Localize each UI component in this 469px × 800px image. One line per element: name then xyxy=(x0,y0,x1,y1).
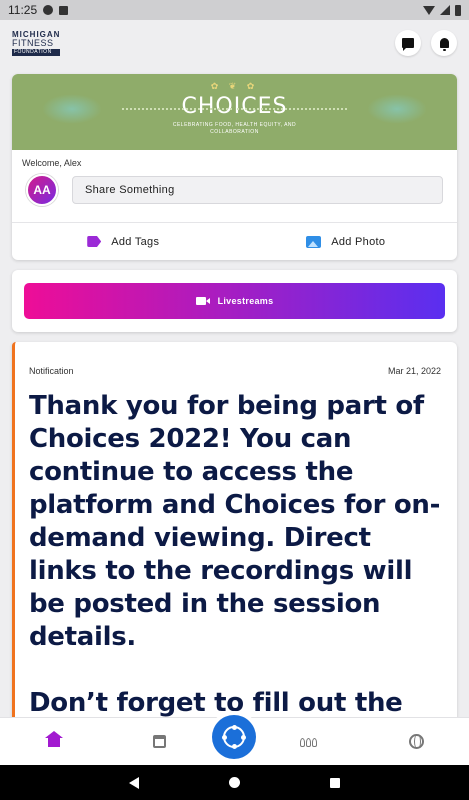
wifi-icon xyxy=(423,5,435,15)
chat-icon xyxy=(402,38,414,51)
livestreams-button[interactable]: Livestreams xyxy=(24,283,445,319)
add-photo-label: Add Photo xyxy=(331,235,386,248)
notification-message: Thank you for being part of Choices 2022… xyxy=(15,376,457,742)
nav-home[interactable] xyxy=(44,730,64,752)
system-navigation-bar xyxy=(0,765,469,800)
livestreams-card: Livestreams xyxy=(12,270,457,332)
banner-title: CHOICES xyxy=(181,94,288,119)
notification-paragraph: Thank you for being part of Choices 2022… xyxy=(29,391,441,652)
notification-card[interactable]: Notification Mar 21, 2022 Thank you for … xyxy=(12,342,457,742)
notification-date: Mar 21, 2022 xyxy=(387,366,441,376)
messages-button[interactable] xyxy=(395,30,421,56)
hub-icon xyxy=(222,725,246,749)
calendar-icon xyxy=(152,735,166,748)
tag-icon xyxy=(87,236,102,247)
add-tags-button[interactable]: Add Tags xyxy=(12,223,235,260)
app-header: MICHIGAN FITNESS FOUNDATION xyxy=(0,20,469,66)
nav-explore[interactable] xyxy=(406,732,426,752)
home-circle-icon[interactable] xyxy=(229,777,240,788)
recent-apps-icon[interactable] xyxy=(330,777,340,788)
banner-subtitle: CELEBRATING FOOD, HEALTH EQUITY, AND COL… xyxy=(172,122,297,135)
notification-type: Notification xyxy=(29,366,74,376)
photo-icon xyxy=(306,235,322,248)
video-camera-icon xyxy=(195,297,210,305)
add-photo-button[interactable]: Add Photo xyxy=(235,223,458,260)
add-tags-label: Add Tags xyxy=(111,235,160,248)
banner-decoration xyxy=(42,94,102,124)
notifications-button[interactable] xyxy=(431,30,457,56)
create-post-card: ✿ ❦ ✿ CHOICES CELEBRATING FOOD, HEALTH E… xyxy=(12,74,457,260)
back-icon[interactable] xyxy=(129,776,139,789)
livestreams-label: Livestreams xyxy=(217,296,274,306)
people-icon xyxy=(300,737,318,747)
nav-schedule[interactable] xyxy=(149,732,169,752)
hub-button[interactable] xyxy=(212,715,256,759)
banner-ornament-icon: ✿ ❦ ✿ xyxy=(210,81,259,91)
share-something-input[interactable]: Share Something xyxy=(72,176,443,204)
banner-decoration xyxy=(237,108,347,110)
home-icon xyxy=(45,730,63,748)
storage-icon xyxy=(59,5,69,15)
michigan-fitness-logo: MICHIGAN FITNESS FOUNDATION xyxy=(12,29,61,56)
banner-decoration xyxy=(122,108,232,110)
notification-bell-icon xyxy=(439,38,449,51)
battery-icon xyxy=(455,4,461,16)
banner-decoration xyxy=(367,94,427,124)
nav-people[interactable] xyxy=(299,732,319,752)
status-bar: 11:25 xyxy=(0,0,469,20)
signal-icon xyxy=(440,5,450,15)
avatar[interactable]: AA xyxy=(26,174,58,206)
app-notification-icon xyxy=(43,5,54,15)
choices-banner: ✿ ❦ ✿ CHOICES CELEBRATING FOOD, HEALTH E… xyxy=(12,74,457,150)
globe-icon xyxy=(408,734,424,749)
status-time: 11:25 xyxy=(8,3,38,17)
welcome-text: Welcome, Alex xyxy=(22,158,82,168)
